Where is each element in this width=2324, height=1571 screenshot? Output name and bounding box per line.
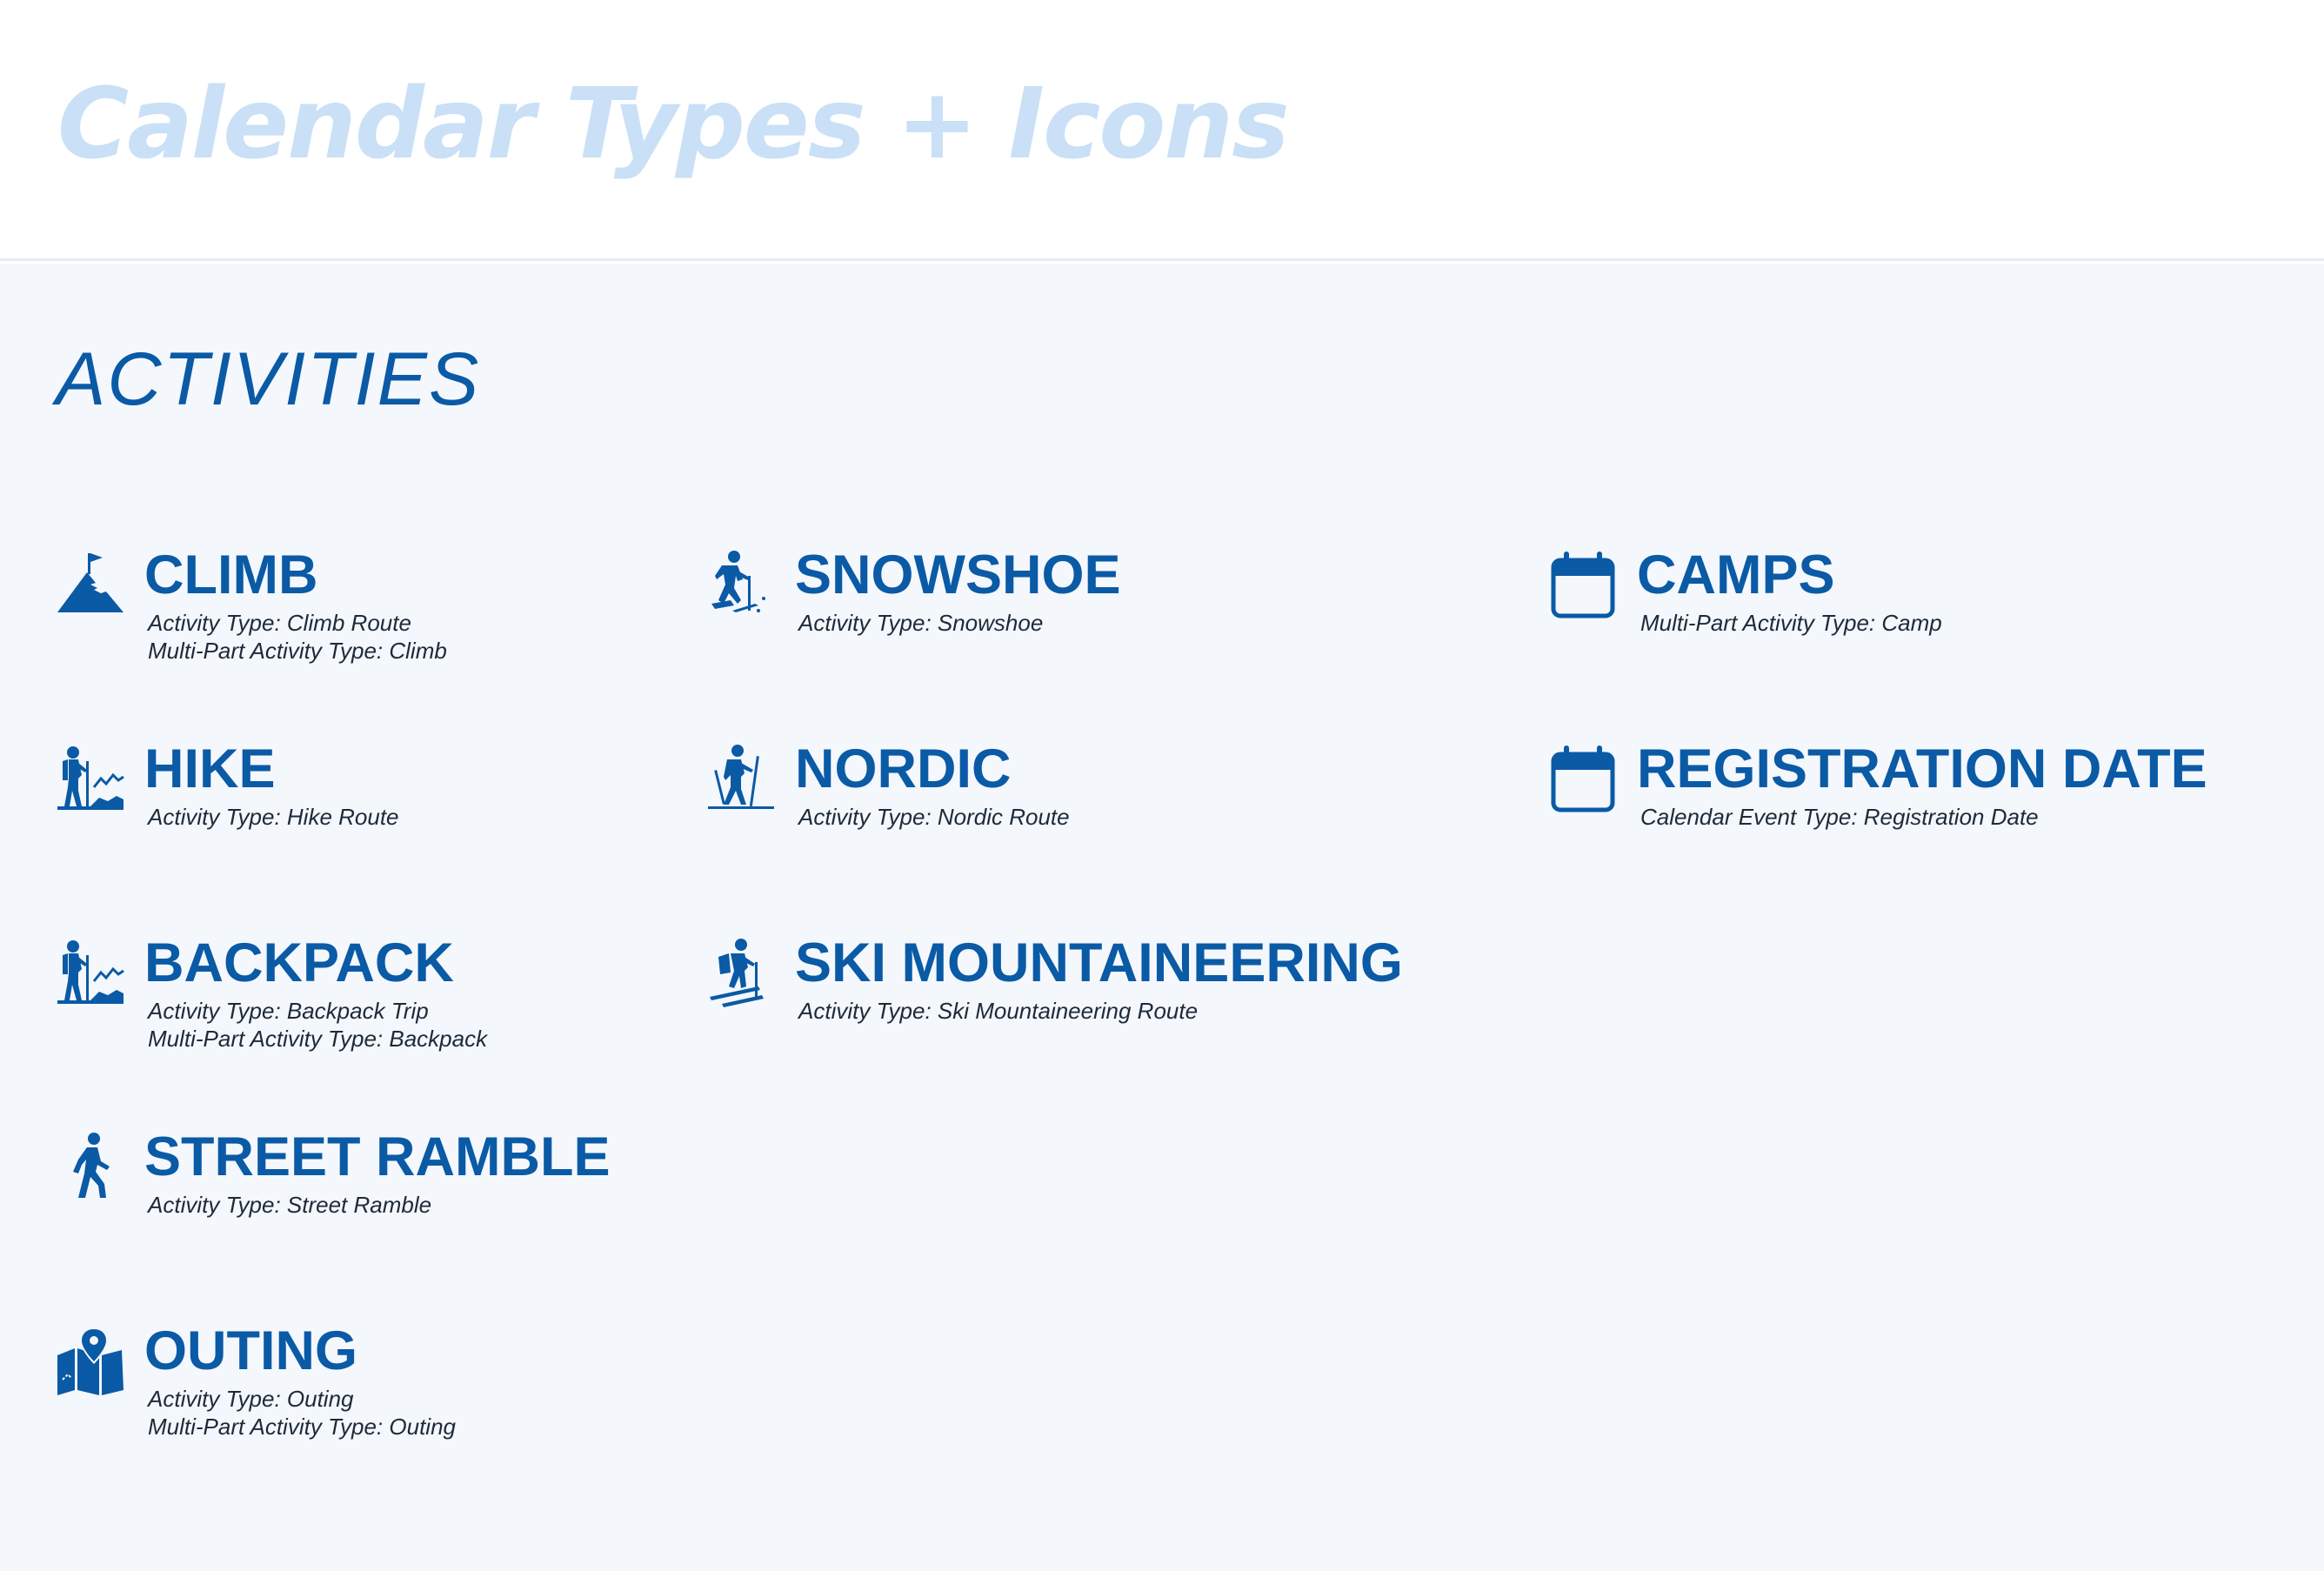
activity-name: REGISTRATION DATE bbox=[1637, 739, 2207, 799]
activity-description: Activity Type: Ski Mountaineering Route bbox=[798, 997, 1198, 1025]
snowshoe-icon bbox=[706, 550, 776, 619]
hiker-icon bbox=[56, 938, 125, 1007]
activity-description: Activity Type: Snowshoe bbox=[798, 609, 1043, 637]
activity-type-line: Activity Type: Backpack Trip bbox=[148, 998, 429, 1024]
activities-section: ACTIVITIES CLIMB Activity Type: Climb Ro… bbox=[0, 264, 2324, 1571]
activity-name: CLIMB bbox=[144, 545, 318, 605]
activity-type-line: Activity Type: Hike Route bbox=[148, 804, 399, 830]
ski-mountaineering-icon bbox=[706, 938, 776, 1007]
activity-description: Calendar Event Type: Registration Date bbox=[1640, 803, 2039, 831]
walking-person-icon bbox=[56, 1132, 125, 1201]
activity-description: Activity Type: Hike Route bbox=[148, 803, 399, 831]
activity-type-line: Multi-Part Activity Type: Backpack bbox=[148, 1026, 488, 1052]
activity-type-line: Activity Type: Outing bbox=[148, 1386, 354, 1412]
activity-name: SNOWSHOE bbox=[795, 545, 1121, 605]
page-title: Calendar Types + Icons bbox=[57, 68, 1290, 181]
calendar-icon bbox=[1548, 550, 1618, 619]
activity-name: BACKPACK bbox=[144, 933, 454, 993]
nordic-ski-icon bbox=[706, 744, 776, 813]
section-title: ACTIVITIES bbox=[56, 338, 481, 421]
map-pin-icon bbox=[56, 1326, 125, 1395]
activity-type-line: Activity Type: Nordic Route bbox=[798, 804, 1070, 830]
page-header: Calendar Types + Icons bbox=[0, 0, 2324, 261]
activity-type-line: Multi-Part Activity Type: Camp bbox=[1640, 610, 1942, 636]
activity-description: Activity Type: Outing Multi-Part Activit… bbox=[148, 1385, 456, 1441]
activity-description: Activity Type: Nordic Route bbox=[798, 803, 1070, 831]
activity-description: Activity Type: Street Ramble bbox=[148, 1191, 431, 1219]
activity-name: STREET RAMBLE bbox=[144, 1126, 611, 1187]
hiker-icon bbox=[56, 744, 125, 813]
mountain-flag-icon bbox=[56, 550, 125, 619]
activity-description: Multi-Part Activity Type: Camp bbox=[1640, 609, 1942, 637]
calendar-icon bbox=[1548, 744, 1618, 813]
activity-name: CAMPS bbox=[1637, 545, 1835, 605]
activity-name: SKI MOUNTAINEERING bbox=[795, 933, 1403, 993]
activity-type-line: Activity Type: Street Ramble bbox=[148, 1192, 432, 1218]
activity-type-line: Activity Type: Ski Mountaineering Route bbox=[798, 998, 1199, 1024]
activity-type-line: Activity Type: Snowshoe bbox=[798, 610, 1044, 636]
activity-type-line: Activity Type: Climb Route bbox=[148, 610, 411, 636]
activity-description: Activity Type: Climb Route Multi-Part Ac… bbox=[148, 609, 447, 665]
activity-name: NORDIC bbox=[795, 739, 1012, 799]
activity-type-line: Calendar Event Type: Registration Date bbox=[1640, 804, 2039, 830]
activity-type-line: Multi-Part Activity Type: Climb bbox=[148, 638, 447, 664]
activity-description: Activity Type: Backpack Trip Multi-Part … bbox=[148, 997, 487, 1053]
activity-name: OUTING bbox=[144, 1320, 357, 1381]
activity-type-line: Multi-Part Activity Type: Outing bbox=[148, 1414, 456, 1440]
activity-name: HIKE bbox=[144, 739, 276, 799]
